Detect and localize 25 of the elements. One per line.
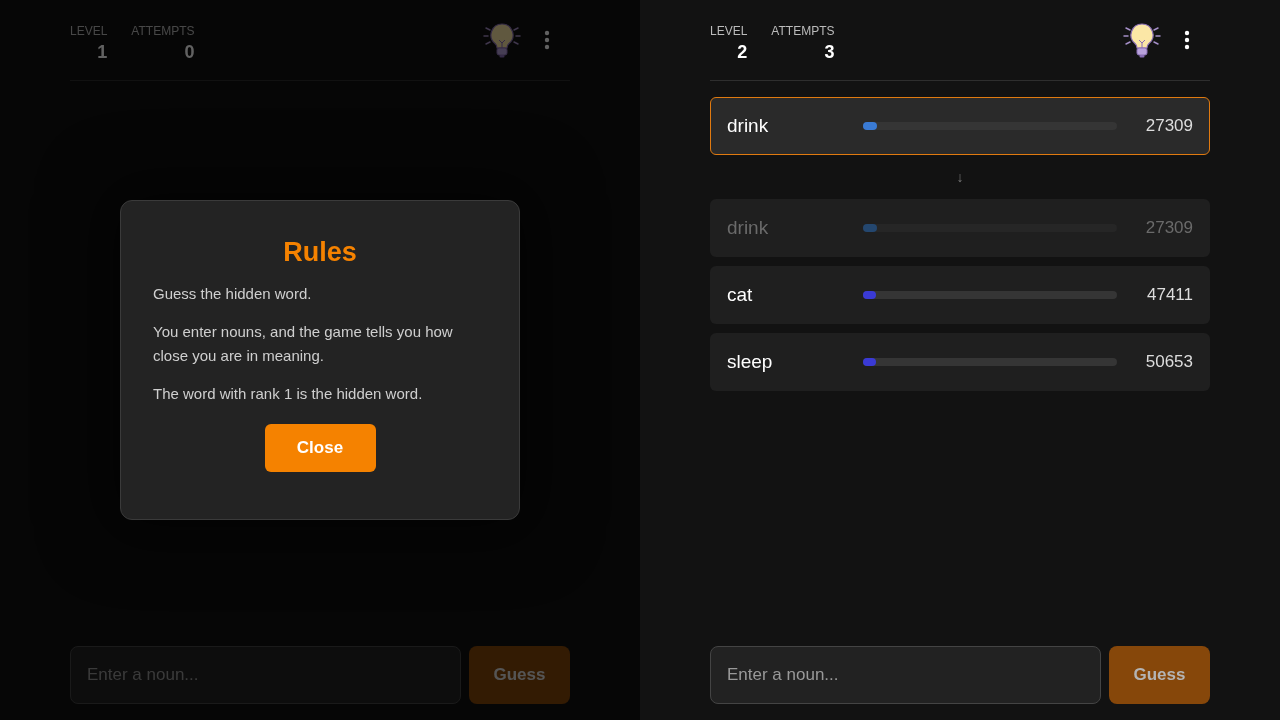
guess-word: sleep [727,351,774,373]
guess-rank: 50653 [1144,352,1193,372]
rules-text: You enter nouns, and the game tells you how close you are in meaning. [153,322,454,366]
down-arrow: ↓ [956,168,964,187]
guess-word: drink [727,115,770,137]
guess-rank: 27309 [1144,218,1193,238]
stat-value: 3 [824,41,835,63]
dialog-title: Rules [282,237,358,268]
stat-value: 0 [184,41,195,63]
stat-label: LEVEL [70,23,108,38]
menu-icon[interactable] [1184,30,1190,50]
stat-label: ATTEMPTS [131,23,195,38]
guess-word: drink [727,217,770,239]
guess-rank: 27309 [1144,116,1193,136]
rules-text: The word with rank 1 is the hidden word. [153,384,424,404]
light-bulb-icon[interactable] [1122,20,1162,60]
close-button[interactable]: Close [264,424,376,472]
guess-word: cat [727,284,754,306]
rules-text: Guess the hidden word. [153,284,313,304]
stat-value: 1 [97,41,108,63]
stat-label: ATTEMPTS [771,23,835,38]
guess-rank: 47411 [1146,285,1193,305]
stat-label: LEVEL [710,23,748,38]
noun-input-field[interactable]: Enter a noun... [710,646,1101,704]
stat-value: 2 [737,41,748,63]
